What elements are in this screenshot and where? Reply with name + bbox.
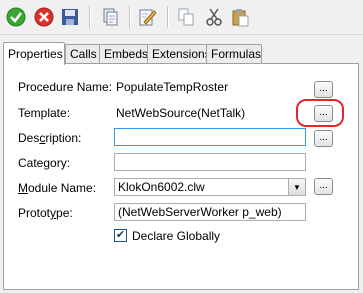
copy-document-icon[interactable] [98, 5, 122, 29]
procedure-name-value: PopulateTempRoster [116, 80, 229, 94]
module-name-ellipsis-button[interactable]: ... [314, 178, 333, 195]
template-label: Template: [18, 106, 71, 120]
paste-icon[interactable] [228, 5, 252, 29]
procedure-name-ellipsis-button[interactable]: ... [314, 81, 333, 98]
edit-icon[interactable] [136, 5, 160, 29]
cut-icon[interactable] [202, 5, 226, 29]
module-name-value: KlokOn6002.clw [118, 180, 205, 194]
ok-icon[interactable] [4, 5, 28, 29]
tab-embeds[interactable]: Embeds [99, 44, 149, 63]
prototype-input[interactable] [114, 203, 306, 221]
save-icon[interactable] [58, 5, 82, 29]
module-name-combobox[interactable]: KlokOn6002.clw ▼ [114, 178, 306, 196]
declare-globally-checkbox[interactable]: ✔ [114, 229, 127, 242]
toolbar [0, 0, 363, 35]
description-ellipsis-button[interactable]: ... [314, 130, 333, 147]
category-label: Category: [18, 156, 71, 170]
declare-globally-label: Declare Globally [132, 229, 221, 243]
tab-formulas[interactable]: Formulas [206, 44, 262, 63]
description-label: Description: [18, 131, 82, 145]
prototype-label: Prototype: [18, 206, 73, 220]
template-value: NetWebSource(NetTalk) [116, 106, 246, 120]
cancel-icon[interactable] [32, 5, 56, 29]
tab-properties[interactable]: Properties [3, 42, 65, 65]
properties-panel [3, 63, 359, 290]
procedure-name-label: Procedure Name: [18, 80, 113, 94]
copy-icon[interactable] [174, 5, 198, 29]
category-input[interactable] [114, 153, 306, 171]
chevron-down-icon[interactable]: ▼ [288, 179, 305, 195]
highlight-annotation [296, 99, 344, 127]
description-input[interactable] [114, 128, 306, 146]
module-name-label: Module Name: [18, 181, 97, 195]
tab-extensions[interactable]: Extensions [147, 44, 212, 63]
